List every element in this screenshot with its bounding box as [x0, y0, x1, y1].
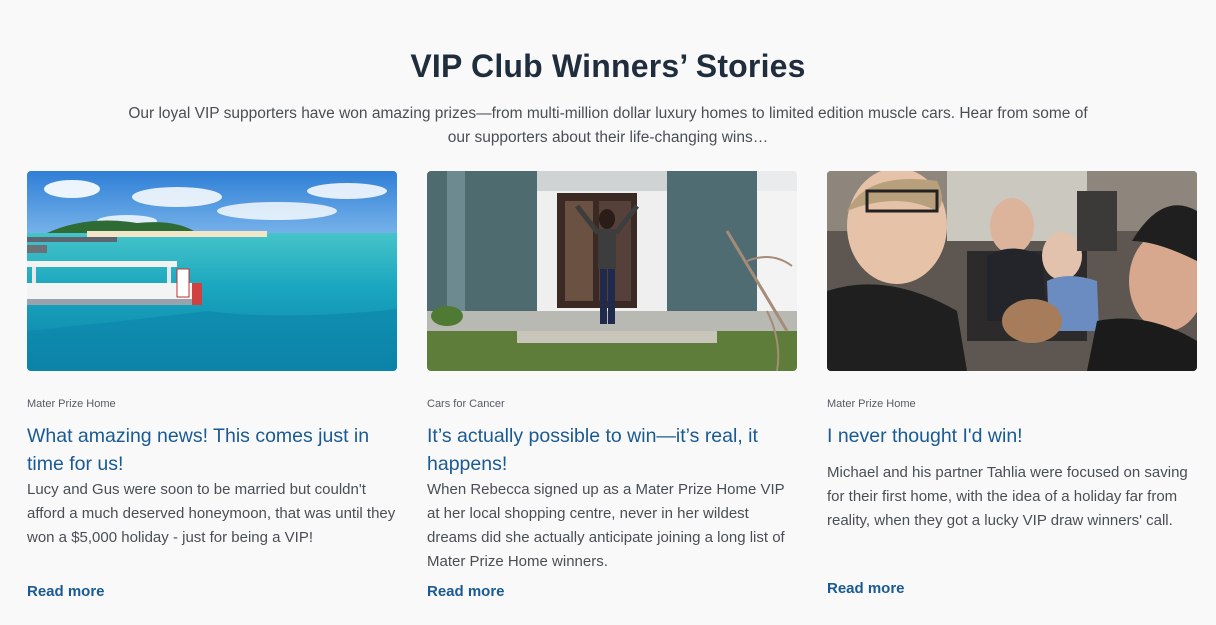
- story-card: Cars for Cancer It’s actually possible t…: [427, 171, 797, 611]
- story-title-link[interactable]: It’s actually possible to win—it’s real,…: [427, 422, 797, 478]
- story-card: Mater Prize Home I never thought I'd win…: [827, 171, 1197, 611]
- story-title-link[interactable]: I never thought I'd win!: [827, 422, 1197, 450]
- read-more-link[interactable]: Read more: [27, 583, 105, 600]
- section-title: VIP Club Winners’ Stories: [410, 48, 806, 84]
- woman-at-house-entrance-photo: [427, 171, 797, 371]
- group-selfie-in-car-photo: [827, 171, 1197, 371]
- story-excerpt: When Rebecca signed up as a Mater Prize …: [427, 481, 785, 569]
- story-image-link[interactable]: [427, 171, 797, 371]
- story-image-link[interactable]: [827, 171, 1197, 371]
- story-image-link[interactable]: [27, 171, 397, 371]
- section-intro: Our loyal VIP supporters have won amazin…: [128, 105, 1088, 146]
- story-excerpt: Michael and his partner Tahlia were focu…: [827, 464, 1188, 529]
- read-more-link[interactable]: Read more: [427, 583, 505, 600]
- read-more-link[interactable]: Read more: [827, 580, 905, 597]
- story-title-link[interactable]: What amazing news! This comes just in ti…: [27, 422, 397, 478]
- story-excerpt: Lucy and Gus were soon to be married but…: [27, 481, 396, 546]
- story-card: Mater Prize Home What amazing news! This…: [27, 171, 397, 611]
- story-category: Mater Prize Home: [827, 398, 916, 410]
- story-category: Mater Prize Home: [27, 398, 116, 410]
- story-category: Cars for Cancer: [427, 398, 505, 410]
- winners-stories-section: VIP Club Winners’ Stories Our loyal VIP …: [0, 0, 1216, 625]
- tropical-island-boat-photo: [27, 171, 397, 371]
